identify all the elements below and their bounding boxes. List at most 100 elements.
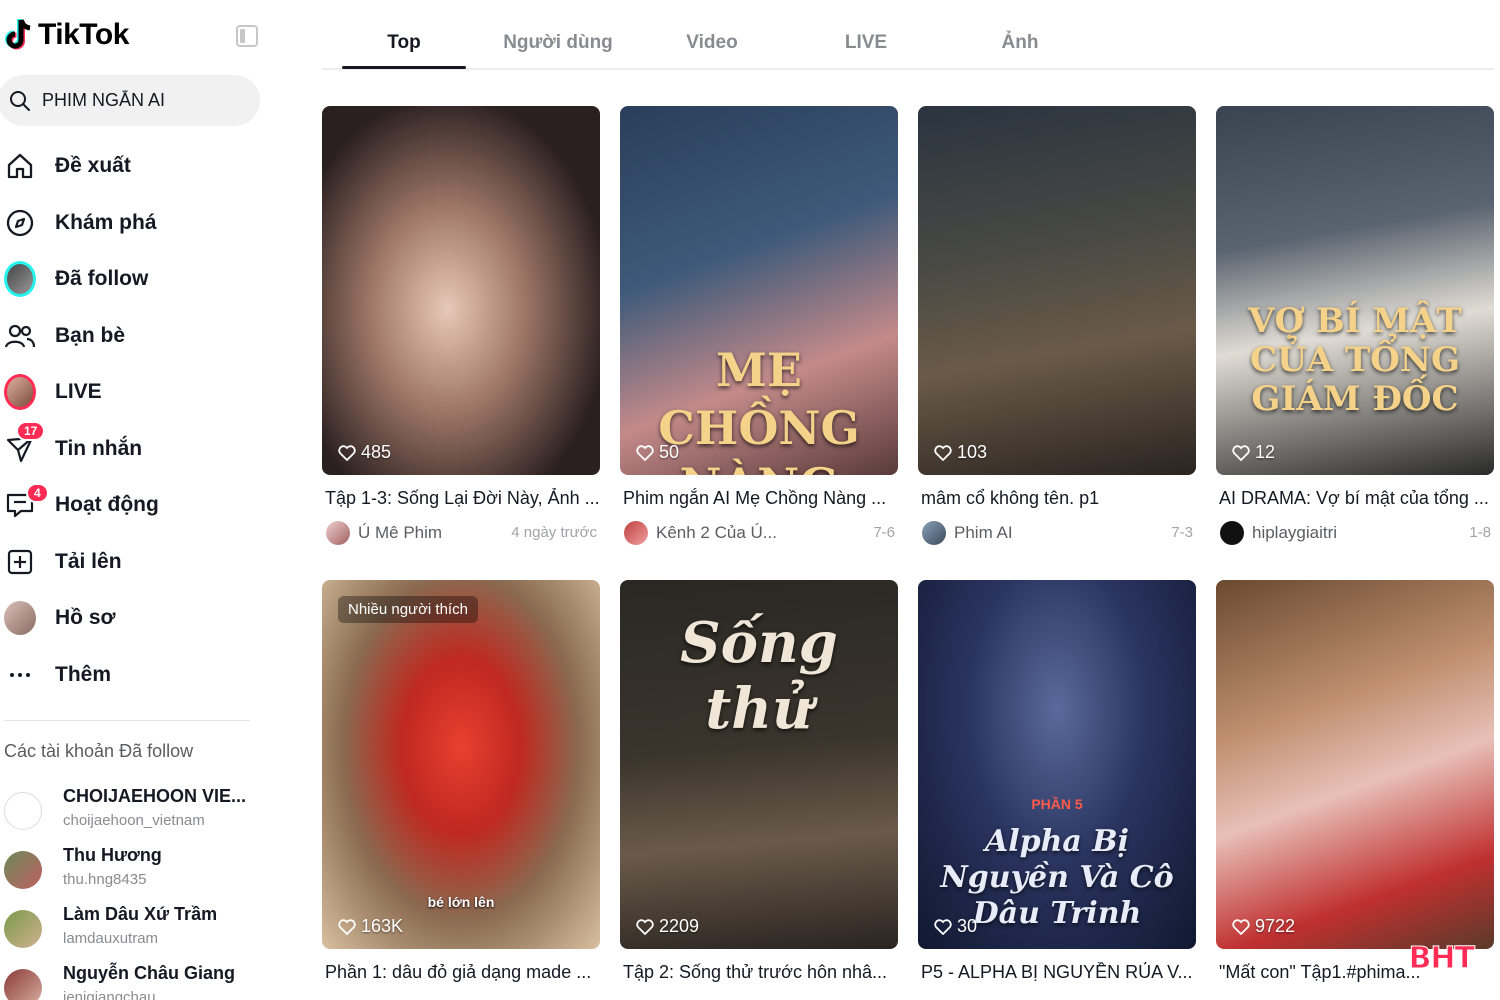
like-count: 103: [934, 442, 987, 463]
search-bar[interactable]: [0, 75, 260, 126]
video-thumbnail[interactable]: Sống thử 2209: [620, 580, 898, 949]
following-account[interactable]: Nguyễn Châu Giang jenjgiangchau: [4, 963, 284, 1000]
following-avatar: [4, 261, 36, 298]
like-count: 12: [1232, 442, 1275, 463]
tiktok-logo[interactable]: TikTok: [4, 18, 129, 52]
video-card[interactable]: VỢ BÍ MẬT CỦA TỔNG GIÁM ĐỐC 12 AI DRAMA:…: [1216, 106, 1494, 547]
nav-label: Đã follow: [55, 267, 149, 291]
video-meta: Kênh 2 Của Ú... 7-6: [620, 521, 898, 547]
video-caption[interactable]: Phim ngắn AI Mẹ Chồng Nàng ...: [620, 488, 898, 509]
nav-label: Hồ sơ: [55, 606, 116, 630]
nav-item-following[interactable]: Đã follow: [0, 251, 290, 308]
account-name: Thu Hương: [63, 845, 162, 865]
like-count: 9722: [1232, 916, 1295, 937]
like-count-value: 163K: [361, 916, 404, 936]
video-card[interactable]: Sống thử 2209 Tập 2: Sống thử trước hôn …: [620, 580, 898, 983]
video-thumbnail[interactable]: Nhiều người thích bé lớn lên 163K: [322, 580, 600, 949]
video-thumbnail[interactable]: 103: [918, 106, 1196, 475]
nav-item-live[interactable]: LIVE: [0, 364, 290, 421]
video-thumbnail[interactable]: PHẦN 5 Alpha Bị Nguyền Và Cô Dâu Trinh 3…: [918, 580, 1196, 949]
heart-icon: [934, 918, 952, 935]
heart-icon: [636, 444, 654, 461]
activity-badge: 4: [26, 483, 49, 503]
video-thumbnail[interactable]: VỢ BÍ MẬT CỦA TỔNG GIÁM ĐỐC 12: [1216, 106, 1494, 475]
nav-label: Hoạt động: [55, 493, 159, 517]
heart-icon: [1232, 444, 1250, 461]
following-account[interactable]: Làm Dâu Xứ Trầm lamdauxutram: [4, 904, 284, 954]
nav-item-friends[interactable]: Bạn bè: [0, 308, 290, 365]
like-count-value: 12: [1255, 442, 1276, 462]
author-avatar[interactable]: [1220, 521, 1244, 545]
active-tab-indicator: [342, 66, 466, 69]
video-card[interactable]: 103 mâm cổ không tên. p1 Phim AI 7-3: [918, 106, 1196, 547]
video-thumbnail[interactable]: MẸ CHỒNG NÀNG DÂU 50: [620, 106, 898, 475]
nav-item-explore[interactable]: Khám phá: [0, 195, 290, 252]
nav-item-activity[interactable]: 4 Hoạt động: [0, 477, 290, 534]
video-card[interactable]: PHẦN 5 Alpha Bị Nguyền Và Cô Dâu Trinh 3…: [918, 580, 1196, 983]
author-avatar[interactable]: [624, 521, 648, 545]
author-name[interactable]: Ú Mê Phim: [358, 523, 442, 543]
like-count: 30: [934, 916, 977, 937]
tab-photos[interactable]: Ảnh: [970, 32, 1070, 54]
nav-item-recommended[interactable]: Đề xuất: [0, 138, 290, 195]
tab-video[interactable]: Video: [662, 32, 762, 54]
like-count-value: 30: [957, 916, 978, 936]
video-thumbnail[interactable]: 9722: [1216, 580, 1494, 949]
author-avatar[interactable]: [326, 521, 350, 545]
video-subtitle: bé lớn lên: [427, 894, 495, 910]
author-avatar[interactable]: [922, 521, 946, 545]
author-name[interactable]: hiplaygiaitri: [1252, 523, 1337, 543]
account-name: Nguyễn Châu Giang: [63, 963, 236, 983]
nav-item-upload[interactable]: Tải lên: [0, 534, 290, 591]
video-caption[interactable]: AI DRAMA: Vợ bí mật của tổng ...: [1216, 488, 1494, 509]
like-count-value: 9722: [1255, 916, 1296, 936]
video-card[interactable]: 485 Tập 1-3: Sống Lại Đời Này, Ảnh ... Ú…: [322, 106, 600, 547]
sidebar: TikTok Đề xuất Khám phá Đã follow: [0, 0, 300, 1000]
video-meta: Ú Mê Phim 4 ngày trước: [322, 521, 600, 547]
video-caption[interactable]: P5 - ALPHA BỊ NGUYỀN RỦA V...: [918, 962, 1196, 983]
avatar: [4, 969, 42, 1000]
nav-label: Tải lên: [55, 549, 122, 573]
profile-avatar: [4, 601, 36, 636]
home-icon: [4, 150, 36, 182]
nav-label: Khám phá: [55, 210, 157, 234]
like-count: 485: [338, 442, 391, 463]
video-card[interactable]: Nhiều người thích bé lớn lên 163K Phần 1…: [322, 580, 600, 983]
tab-users[interactable]: Người dùng: [492, 32, 624, 54]
video-caption[interactable]: mâm cổ không tên. p1: [918, 488, 1196, 509]
heart-icon: [1232, 918, 1250, 935]
following-account[interactable]: Thu Hương thu.hng8435: [4, 845, 284, 895]
video-caption[interactable]: Tập 1-3: Sống Lại Đời Này, Ảnh ...: [322, 488, 600, 509]
video-caption[interactable]: Tập 2: Sống thử trước hôn nhâ...: [620, 962, 898, 983]
nav-item-profile[interactable]: Hồ sơ: [0, 590, 290, 647]
avatar: [4, 910, 42, 948]
video-card[interactable]: MẸ CHỒNG NÀNG DÂU 50 Phim ngắn AI Mẹ Chồ…: [620, 106, 898, 547]
video-caption[interactable]: Phần 1: dâu đỏ giả dạng made ...: [322, 962, 600, 983]
tab-top[interactable]: Top: [342, 32, 466, 54]
collapse-sidebar-icon[interactable]: [236, 25, 258, 47]
video-thumbnail[interactable]: 485: [322, 106, 600, 475]
author-name[interactable]: Phim AI: [954, 523, 1013, 543]
account-username: lamdauxutram: [63, 930, 159, 947]
search-result-tabs: Top Người dùng Video LIVE Ảnh: [322, 0, 1494, 70]
more-icon: [4, 659, 36, 691]
video-card[interactable]: 9722 "Mất con" Tập1.#phima...: [1216, 580, 1494, 983]
tab-live[interactable]: LIVE: [816, 32, 916, 54]
watermark-logo: BHT: [1408, 941, 1475, 977]
nav-item-inbox[interactable]: 17 Tin nhắn: [0, 420, 290, 478]
like-count: 50: [636, 442, 679, 463]
following-account[interactable]: CHOIJAEHOON VIE... choijaehoon_vietnam: [4, 786, 284, 836]
account-name: CHOIJAEHOON VIE...: [63, 786, 247, 806]
thumbnail-title-overlay: VỢ BÍ MẬT CỦA TỔNG GIÁM ĐỐC: [1248, 301, 1462, 420]
search-input[interactable]: [42, 90, 242, 111]
inbox-badge: 17: [16, 420, 46, 441]
following-section-title: Các tài khoản Đã follow: [4, 741, 194, 761]
nav-item-more[interactable]: Thêm: [0, 647, 290, 704]
post-date: 7-3: [1171, 524, 1193, 541]
like-count-value: 2209: [659, 916, 700, 936]
video-meta: Phim AI 7-3: [918, 521, 1196, 547]
author-name[interactable]: Kênh 2 Của Ú...: [656, 523, 777, 543]
account-username: choijaehoon_vietnam: [63, 812, 205, 829]
compass-icon: [4, 207, 36, 239]
part-badge: PHẦN 5: [1031, 796, 1083, 812]
